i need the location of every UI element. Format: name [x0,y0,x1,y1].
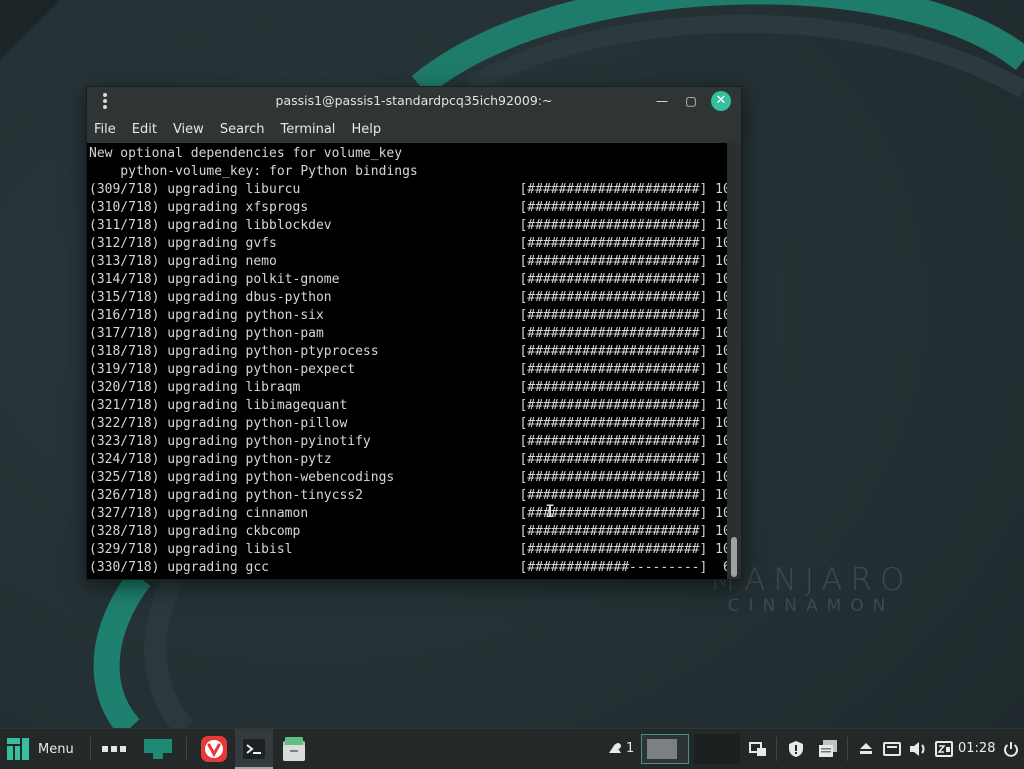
window-menubar: File Edit View Search Terminal Help [87,115,741,143]
taskbar-panel: Menu 1 01:28 [0,728,1024,769]
workspace-1[interactable] [641,734,689,764]
menu-file[interactable]: File [94,122,116,137]
panel-separator [847,737,848,761]
window-titlebar[interactable]: passis1@passis1-standardpcq35ich92009:~ … [87,87,741,115]
vivaldi-browser-icon[interactable] [198,729,230,769]
panel-separator [186,737,187,761]
minimize-button[interactable]: — [653,92,671,110]
menu-label: Menu [38,741,74,757]
volume-icon[interactable] [907,729,929,769]
terminal-icon[interactable] [240,729,268,769]
network-icon[interactable] [934,729,954,769]
scrollbar-thumb[interactable] [731,537,737,577]
panel-separator [776,737,777,761]
terminal-line: (319/718) upgrading python-pexpect [####… [89,362,727,377]
terminal-line: (315/718) upgrading dbus-python [#######… [89,290,727,305]
terminal-window[interactable]: passis1@passis1-standardpcq35ich92009:~ … [86,86,742,580]
notifications-icon[interactable] [606,729,624,769]
terminal-line: (325/718) upgrading python-webencodings … [89,470,727,485]
menu-edit[interactable]: Edit [132,122,157,137]
power-icon[interactable] [1002,729,1020,769]
window-list-icon[interactable] [748,729,768,769]
terminal-line: (309/718) upgrading liburcu [###########… [89,182,727,197]
menu-view[interactable]: View [173,122,204,137]
brand-sub-text: CINNAMON [727,596,895,616]
terminal-line: (328/718) upgrading ckbcomp [###########… [89,524,727,539]
terminal-line: (316/718) upgrading python-six [########… [89,308,727,323]
file-manager-icon[interactable] [278,729,310,769]
menu-search[interactable]: Search [220,122,265,137]
terminal-output[interactable]: New optional dependencies for volume_key… [87,143,727,579]
window-title: passis1@passis1-standardpcq35ich92009:~ [275,93,553,108]
keyboard-icon[interactable] [882,729,902,769]
terminal-line: (311/718) upgrading libblockdev [#######… [89,218,727,233]
notification-count: 1 [626,741,635,756]
terminal-line: (313/718) upgrading nemo [##############… [89,254,727,269]
menu-terminal[interactable]: Terminal [280,122,335,137]
removable-drive-icon[interactable] [857,729,875,769]
terminal-scrollbar[interactable] [727,143,741,579]
system-settings-icon[interactable] [816,729,840,769]
show-desktop-icon[interactable] [140,729,176,769]
terminal-line: (310/718) upgrading xfsprogs [##########… [89,200,727,215]
terminal-line: New optional dependencies for volume_key [89,146,403,161]
terminal-line: python-volume_key: for Python bindings [89,164,418,179]
terminal-line: (314/718) upgrading polkit-gnome [######… [89,272,727,287]
terminal-line: (321/718) upgrading libimagequant [#####… [89,398,727,413]
terminal-line: (326/718) upgrading python-tinycss2 [###… [89,488,727,503]
menu-button[interactable]: Menu [6,729,82,769]
menu-help[interactable]: Help [351,122,381,137]
workspace-2[interactable] [694,734,740,764]
text-cursor-icon: I [545,502,556,522]
manjaro-logo-icon [7,738,29,760]
terminal-line: (324/718) upgrading python-pytz [#######… [89,452,727,467]
terminal-line: (329/718) upgrading libisl [############… [89,542,727,557]
terminal-line: (320/718) upgrading libraqm [###########… [89,380,727,395]
maximize-button[interactable]: ▢ [682,92,700,110]
terminal-line: (318/718) upgrading python-ptyprocess [#… [89,344,727,359]
panel-separator [90,737,91,761]
terminal-line: (323/718) upgrading python-pyinotify [##… [89,434,727,449]
terminal-line: (317/718) upgrading python-pam [########… [89,326,727,341]
update-manager-icon[interactable] [786,729,806,769]
terminal-line: (330/718) upgrading gcc [#############--… [89,560,727,575]
close-button[interactable]: ✕ [711,91,731,111]
panel-clock[interactable]: 01:28 [958,729,995,769]
terminal-line: (312/718) upgrading gvfs [##############… [89,236,727,251]
terminal-line: (322/718) upgrading python-pillow [#####… [89,416,727,431]
show-applications-icon[interactable] [100,729,128,769]
terminal-line: (327/718) upgrading cinnamon [##########… [89,506,727,521]
